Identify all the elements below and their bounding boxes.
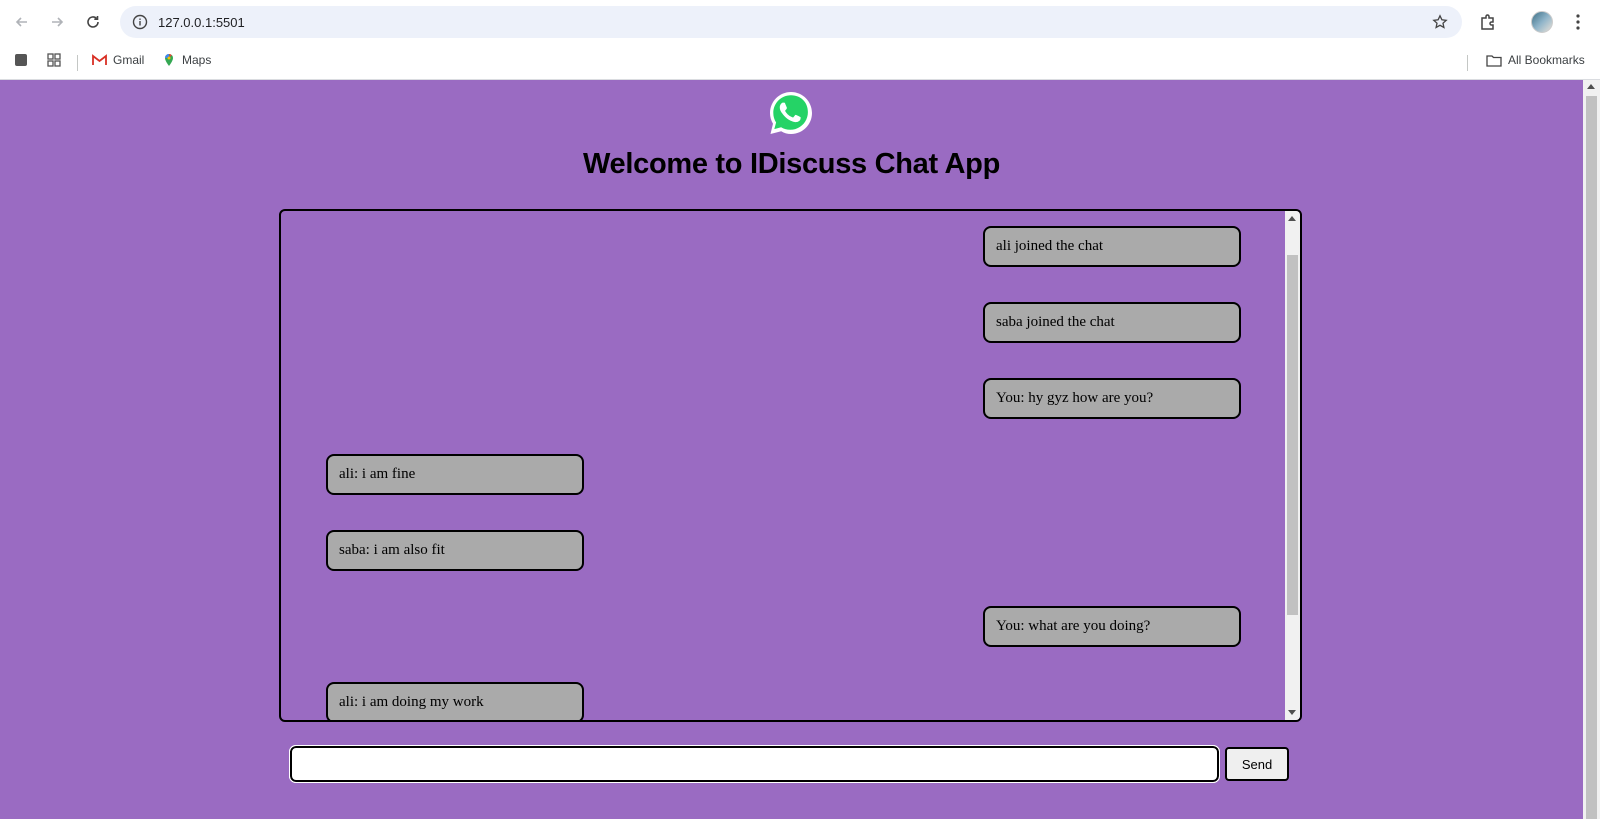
chat-message: ali joined the chat bbox=[983, 226, 1241, 267]
folder-icon bbox=[1486, 54, 1502, 67]
reload-icon[interactable] bbox=[81, 10, 105, 34]
chat-message: ali: i am fine bbox=[326, 454, 584, 495]
chat-scrollbar[interactable] bbox=[1285, 211, 1300, 720]
forward-icon[interactable] bbox=[45, 10, 69, 34]
gmail-icon bbox=[92, 54, 107, 65]
back-icon[interactable] bbox=[10, 10, 34, 34]
send-button[interactable]: Send bbox=[1225, 747, 1289, 781]
chat-messages-container[interactable]: ali joined the chat saba joined the chat… bbox=[279, 209, 1302, 722]
bookmark-gmail[interactable]: Gmail bbox=[92, 53, 144, 67]
whatsapp-icon bbox=[770, 92, 812, 134]
extensions-icon[interactable] bbox=[1476, 10, 1500, 34]
maps-icon bbox=[165, 54, 173, 66]
browser-toolbar: 127.0.0.1:5501 bbox=[0, 0, 1600, 44]
tab-groups-icon[interactable] bbox=[14, 53, 28, 67]
bookmarks-bar: Gmail Maps All Bookmarks bbox=[0, 44, 1600, 80]
apps-grid-icon[interactable] bbox=[47, 53, 61, 67]
bookmark-label: Gmail bbox=[113, 53, 145, 67]
scrollbar-thumb[interactable] bbox=[1287, 255, 1298, 615]
url-text: 127.0.0.1:5501 bbox=[158, 14, 245, 30]
scroll-up-icon[interactable] bbox=[1587, 84, 1595, 89]
chat-message: You: what are you doing? bbox=[983, 606, 1241, 647]
profile-avatar[interactable] bbox=[1530, 10, 1554, 34]
page-scrollbar[interactable] bbox=[1583, 80, 1600, 819]
scroll-up-icon[interactable] bbox=[1288, 216, 1296, 221]
message-input[interactable] bbox=[289, 745, 1220, 783]
chat-message: saba: i am also fit bbox=[326, 530, 584, 571]
page-title: Welcome to IDiscuss Chat App bbox=[582, 148, 1000, 180]
chat-message: ali: i am doing my work bbox=[326, 682, 584, 720]
all-bookmarks-label: All Bookmarks bbox=[1508, 53, 1585, 67]
scroll-down-icon[interactable] bbox=[1288, 710, 1296, 715]
bookmark-separator bbox=[1467, 55, 1468, 71]
bookmark-label: Maps bbox=[182, 53, 212, 67]
chat-message: You: hy gyz how are you? bbox=[983, 378, 1241, 419]
bookmark-maps[interactable]: Maps bbox=[162, 53, 211, 67]
all-bookmarks-button[interactable]: All Bookmarks bbox=[1486, 53, 1585, 67]
menu-kebab-icon[interactable] bbox=[1566, 10, 1590, 34]
bookmark-separator bbox=[77, 55, 78, 71]
chat-message: saba joined the chat bbox=[983, 302, 1241, 343]
bookmark-star-icon[interactable] bbox=[1432, 14, 1448, 30]
address-bar[interactable]: 127.0.0.1:5501 bbox=[120, 6, 1462, 38]
site-info-icon[interactable] bbox=[132, 14, 148, 30]
scrollbar-thumb[interactable] bbox=[1586, 96, 1597, 819]
